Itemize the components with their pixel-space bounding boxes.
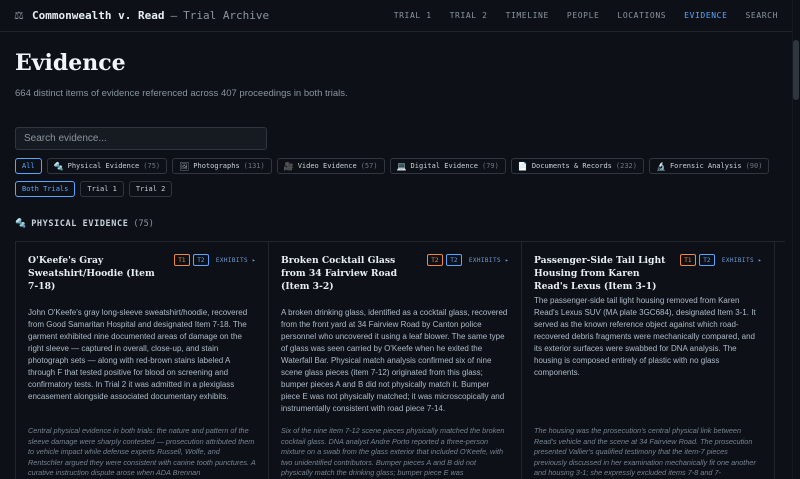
nav-locations[interactable]: LOCATIONS xyxy=(617,11,666,20)
page-scrollbar[interactable] xyxy=(792,0,800,479)
filter-documents-records[interactable]: 📄 Documents & Records (232) xyxy=(510,158,644,174)
filter-count: (90) xyxy=(745,162,763,170)
trial-tags: T1 T2 EXHIBITS ▸ xyxy=(173,254,256,266)
page-subtitle: 664 distinct items of evidence reference… xyxy=(15,88,348,99)
trial-tag-t2: T2 xyxy=(698,254,715,266)
nav-evidence[interactable]: EVIDENCE xyxy=(684,11,727,20)
trial-tag-t2: T2 xyxy=(192,254,209,266)
filter-count: (57) xyxy=(360,162,378,170)
section-count: (75) xyxy=(133,219,154,229)
trial-filter-label: Both Trials xyxy=(22,185,69,193)
card-title[interactable]: Passenger-Side Tail Light Housing from K… xyxy=(534,254,674,293)
brand[interactable]: ⚖ Commonwealth v. Read — Trial Archive xyxy=(14,9,269,22)
filter-label: Video Evidence xyxy=(297,162,357,170)
bolt-icon: 🔩 xyxy=(53,161,64,171)
filter-video-evidence[interactable]: 🎥 Video Evidence (57) xyxy=(276,158,385,174)
section-header: 🔩 PHYSICAL EVIDENCE (75) xyxy=(15,219,785,229)
trial-filter-1[interactable]: Trial 1 xyxy=(80,181,124,197)
bolt-icon: 🔩 xyxy=(15,219,27,229)
nav-trial-1[interactable]: TRIAL 1 xyxy=(394,11,432,20)
filter-count: (131) xyxy=(243,162,265,170)
nav-timeline[interactable]: TIMELINE xyxy=(506,11,549,20)
nav-trial-2[interactable]: TRIAL 2 xyxy=(450,11,488,20)
document-icon: 📄 xyxy=(517,161,528,171)
trial-tags: T1 T2 EXHIBITS ▸ xyxy=(679,254,762,266)
filter-photographs[interactable]: 🖼 Photographs (131) xyxy=(172,158,272,174)
card-description: The passenger-side tail light housing re… xyxy=(534,296,756,377)
category-filters: All 🔩 Physical Evidence (75) 🖼 Photograp… xyxy=(15,158,785,174)
card-title[interactable]: O'Keefe's Gray Sweatshirt/Hoodie (Item 7… xyxy=(28,254,168,293)
section-title: PHYSICAL EVIDENCE xyxy=(31,219,129,229)
card-header: O'Keefe's Gray Sweatshirt/Hoodie (Item 7… xyxy=(28,254,256,293)
trial-filter-label: Trial 2 xyxy=(135,185,166,193)
page-title: Evidence xyxy=(15,50,126,76)
filter-physical-evidence[interactable]: 🔩 Physical Evidence (75) xyxy=(46,158,168,174)
card-header: Passenger-Side Tail Light Housing from K… xyxy=(534,254,762,293)
filter-count: (75) xyxy=(143,162,161,170)
site-title: Commonwealth v. Read xyxy=(32,9,165,22)
card-description: A broken drinking glass, identified as a… xyxy=(281,308,508,413)
evidence-search-input[interactable] xyxy=(15,127,267,150)
picture-icon: 🖼 xyxy=(179,161,190,171)
main-nav: TRIAL 1 TRIAL 2 TIMELINE PEOPLE LOCATION… xyxy=(394,11,778,20)
filter-label: Digital Evidence xyxy=(410,162,478,170)
trial-filter-label: Trial 1 xyxy=(87,185,117,193)
exhibits-link[interactable]: EXHIBITS ▸ xyxy=(469,257,509,264)
main-content: Evidence 664 distinct items of evidence … xyxy=(15,50,785,229)
nav-people[interactable]: PEOPLE xyxy=(567,11,600,20)
filter-forensic-analysis[interactable]: 🔬 Forensic Analysis (90) xyxy=(648,158,770,174)
laptop-icon: 💻 xyxy=(396,161,407,171)
trial-tag-t1: T1 xyxy=(679,254,696,266)
card-significance-note: Six of the nine item 7-12 scene pieces p… xyxy=(281,426,505,477)
filter-count: (79) xyxy=(481,162,499,170)
microscope-icon: 🔬 xyxy=(655,161,666,171)
evidence-card[interactable]: Broken Cocktail Glass from 34 Fairview R… xyxy=(269,242,522,479)
trial-filters: Both Trials Trial 1 Trial 2 xyxy=(15,181,785,197)
evidence-card-grid: O'Keefe's Gray Sweatshirt/Hoodie (Item 7… xyxy=(15,241,785,479)
trial-filter-both[interactable]: Both Trials xyxy=(15,181,76,197)
trial-tag-t2: T2 xyxy=(445,254,462,266)
filter-all[interactable]: All xyxy=(15,158,42,174)
card-significance-note: The housing was the prosecution's centra… xyxy=(534,426,756,477)
trial-filter-2[interactable]: Trial 2 xyxy=(128,181,173,197)
card-significance-note: Central physical evidence in both trials… xyxy=(28,426,256,477)
trial-tag-t2: T2 xyxy=(426,254,443,266)
card-title[interactable]: Broken Cocktail Glass from 34 Fairview R… xyxy=(281,254,421,293)
video-camera-icon: 🎥 xyxy=(283,161,294,171)
evidence-card[interactable]: Passenger-Side Tail Light Housing from K… xyxy=(522,242,775,479)
filter-label: All xyxy=(22,162,35,170)
filter-count: (232) xyxy=(615,162,637,170)
title-separator: — xyxy=(170,9,178,22)
card-description: John O'Keefe's gray long-sleeve sweatshi… xyxy=(28,308,248,401)
evidence-card[interactable]: O'Keefe's Gray Sweatshirt/Hoodie (Item 7… xyxy=(16,242,269,479)
filter-label: Forensic Analysis xyxy=(669,162,742,170)
trial-tag-t1: T1 xyxy=(173,254,190,266)
card-header: Broken Cocktail Glass from 34 Fairview R… xyxy=(281,254,509,293)
filter-digital-evidence[interactable]: 💻 Digital Evidence (79) xyxy=(389,158,506,174)
top-navbar: ⚖ Commonwealth v. Read — Trial Archive T… xyxy=(0,0,792,32)
scrollbar-thumb[interactable] xyxy=(793,40,799,100)
site-subtitle: Trial Archive xyxy=(183,9,270,22)
filter-label: Photographs xyxy=(193,162,240,170)
scales-icon: ⚖ xyxy=(14,10,24,22)
filter-label: Documents & Records xyxy=(531,162,612,170)
trial-tags: T2 T2 EXHIBITS ▸ xyxy=(426,254,509,266)
exhibits-link[interactable]: EXHIBITS ▸ xyxy=(216,257,256,264)
nav-search[interactable]: SEARCH xyxy=(746,11,779,20)
filter-label: Physical Evidence xyxy=(67,162,140,170)
exhibits-link[interactable]: EXHIBITS ▸ xyxy=(722,257,762,264)
